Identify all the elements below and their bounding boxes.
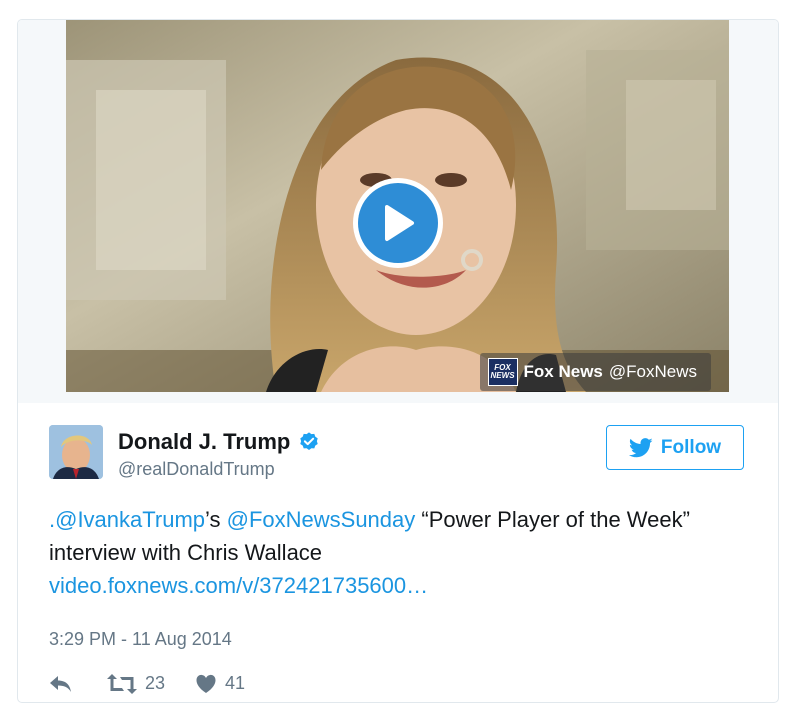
follow-button[interactable]: Follow [606,425,744,470]
avatar[interactable] [49,425,103,479]
reply-button[interactable] [49,675,73,693]
mention-ivankatrump[interactable]: .@IvankaTrump [49,507,205,532]
author-handle[interactable]: @realDonaldTrump [118,459,320,480]
retweet-count: 23 [145,673,166,693]
tweet-actions: 23 41 [49,673,245,694]
tweet-text-connector: ’s [205,507,227,532]
heart-icon [196,674,216,693]
tweet-timestamp[interactable]: 3:29 PM - 11 Aug 2014 [49,629,232,650]
video-thumbnail[interactable]: FOX NEWS Fox News @FoxNews [66,20,729,392]
author-display-name[interactable]: Donald J. Trump [118,429,290,455]
verified-badge-icon [300,432,319,450]
fox-news-logo-icon: FOX NEWS [487,358,518,386]
tweet-text: .@IvankaTrump’s @FoxNewsSunday “Power Pl… [49,503,729,602]
media-container: FOX NEWS Fox News @FoxNews [18,20,778,403]
play-button[interactable] [353,178,443,268]
like-button[interactable]: 41 [195,673,245,694]
like-count: 41 [225,673,246,693]
tweet-link[interactable]: video.foxnews.com/v/372421735600… [49,573,428,598]
source-name: Fox News [523,362,603,381]
reply-icon [50,675,71,692]
embedded-tweet-card: FOX NEWS Fox News @FoxNews Donald J. Tru… [17,19,779,703]
source-handle: @FoxNews [608,362,697,381]
mention-foxnewssunday[interactable]: @FoxNewsSunday [227,507,416,532]
play-icon [358,183,438,263]
retweet-button[interactable]: 23 [107,673,165,694]
twitter-bird-icon [628,437,653,457]
retweet-icon [107,673,137,694]
video-source-badge[interactable]: FOX NEWS Fox News @FoxNews [479,353,711,391]
author-info[interactable]: Donald J. Trump @realDonaldTrump [118,429,320,480]
follow-label: Follow [660,436,722,458]
